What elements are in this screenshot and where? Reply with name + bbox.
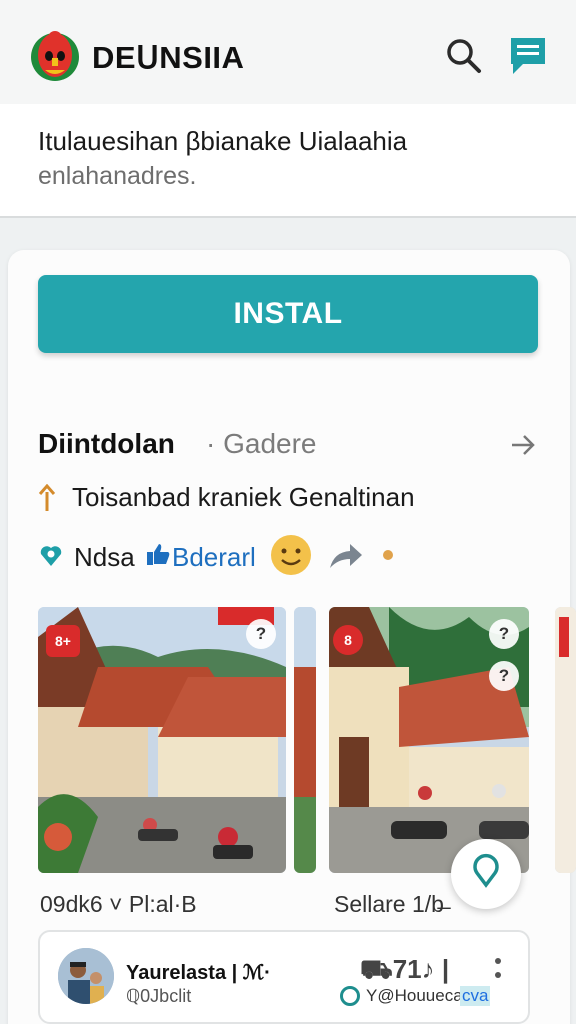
photo-count-badge: 8+ bbox=[46, 625, 80, 657]
more-button[interactable] bbox=[509, 431, 537, 459]
map-pin-icon bbox=[473, 853, 499, 888]
photo-village-4[interactable] bbox=[555, 607, 576, 873]
help-icon[interactable]: ? bbox=[489, 661, 519, 691]
share-arrow-icon[interactable] bbox=[328, 540, 364, 570]
location-text: Toisanbad kraniek Genaltinan bbox=[72, 482, 415, 512]
dot-indicator bbox=[383, 550, 393, 560]
photo-count-badge: 8 bbox=[333, 625, 363, 655]
search-button[interactable] bbox=[444, 36, 484, 76]
app-header: DEᑌNSIIA bbox=[0, 0, 576, 104]
chat-button[interactable] bbox=[507, 34, 549, 76]
help-icon[interactable]: ? bbox=[246, 619, 276, 649]
install-button[interactable]: INSTAL bbox=[38, 275, 538, 353]
photo-village-1[interactable]: 8+ ? bbox=[38, 607, 286, 873]
user-name: Yaurelasta | ℳ· bbox=[126, 962, 271, 984]
mask-logo-icon bbox=[30, 28, 80, 82]
status-highlight: cva bbox=[460, 986, 491, 1006]
intro-section: Itulauesihan βbianake Uialaahia enlahana… bbox=[0, 104, 576, 218]
section-subtitle: · Gadere bbox=[206, 428, 317, 459]
user-subtitle: ℚ0Jbclit bbox=[126, 986, 192, 1006]
search-icon bbox=[447, 39, 481, 73]
heart-location-icon bbox=[38, 542, 64, 568]
arrow-right-icon bbox=[512, 435, 535, 455]
chat-icon bbox=[511, 38, 545, 74]
user-card[interactable]: Yaurelasta | ℳ· ℚ0Jbclit ⛟71♪ | Y@Houuec… bbox=[38, 930, 530, 1024]
photo-village-2[interactable] bbox=[294, 607, 316, 873]
help-icon[interactable]: ? bbox=[489, 619, 519, 649]
intro-subtext: enlahanadres. bbox=[38, 162, 197, 190]
app-title: DEᑌNSIIA bbox=[92, 40, 245, 75]
photo-meta-left: 09dk6 ˅ Pl:al·B bbox=[40, 891, 197, 917]
tag-ndsa[interactable]: Ndsa bbox=[74, 542, 135, 573]
kebab-menu-icon[interactable] bbox=[488, 956, 508, 984]
smiling-face-icon[interactable] bbox=[270, 534, 312, 576]
location-fab[interactable] bbox=[451, 839, 521, 909]
thumbs-up-icon bbox=[146, 542, 170, 566]
section-title: Diintdolan bbox=[38, 428, 175, 459]
intro-text: Itulauesihan βbianake Uialaahia bbox=[38, 126, 408, 156]
photo-village-3[interactable]: 8 ? ? bbox=[329, 607, 529, 873]
tag-bderarl[interactable]: Bderarl bbox=[172, 542, 256, 573]
tag-row: Ndsa Bderarl bbox=[38, 534, 538, 578]
status-text: Y@Houuecal bbox=[366, 986, 467, 1005]
photo-meta-right: Sellare 1/b̶ bbox=[334, 891, 444, 917]
status-icon bbox=[340, 986, 360, 1006]
pin-icon bbox=[38, 483, 56, 512]
avatar[interactable] bbox=[58, 948, 114, 1004]
user-stats: ⛟71♪ | bbox=[360, 954, 450, 984]
